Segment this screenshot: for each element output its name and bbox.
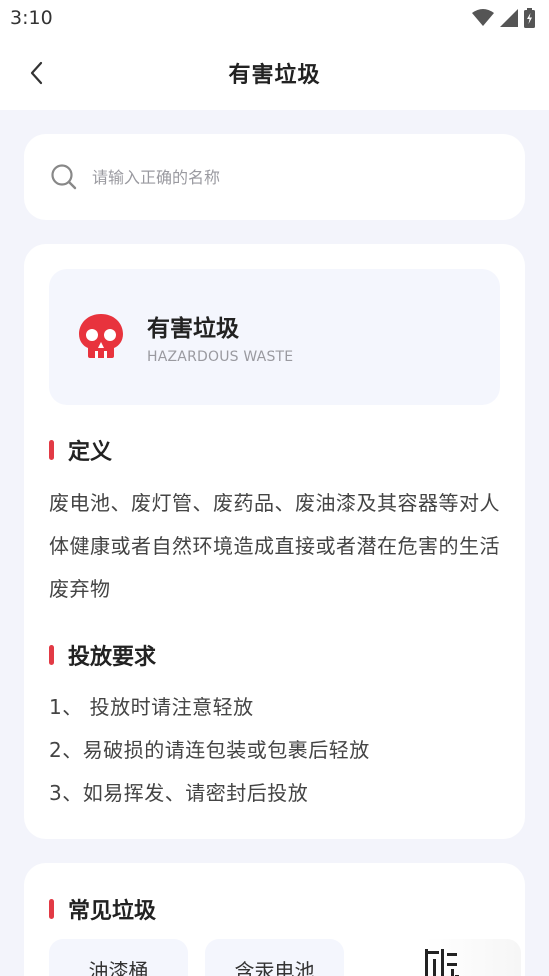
requirements-title: 投放要求 [68,645,157,670]
requirements-list: 1、 投放时请注意轻放 2、易破损的请连包装或包裹后轻放 3、如易挥发、请密封后… [49,686,504,815]
signal-icon [500,9,518,27]
category-name: 有害垃圾 [147,316,239,342]
category-name-en: HAZARDOUS WASTE [147,349,294,365]
back-button[interactable] [22,58,52,88]
requirements-heading: 投放要求 [49,639,156,671]
category-header: 有害垃圾 HAZARDOUS WASTE [49,269,500,405]
section-marker [49,440,54,460]
list-item: 3、如易挥发、请密封后投放 [49,781,309,805]
wifi-icon [472,9,494,26]
common-waste-card: 常见垃圾 油漆桶 含汞电池 [24,863,525,976]
status-time: 3:10 [10,7,53,29]
status-bar: 3:10 [0,0,549,36]
section-marker [49,899,54,919]
definition-title: 定义 [68,440,113,465]
skull-icon [79,314,123,358]
waste-item-image[interactable] [361,939,521,976]
common-title: 常见垃圾 [68,899,157,924]
chevron-left-icon [30,61,43,85]
search-icon [51,164,77,190]
waste-item-paint-bucket[interactable]: 油漆桶 [49,939,188,976]
definition-heading: 定义 [49,434,112,466]
definition-text: 废电池、废灯管、废药品、废油漆及其容器等对人体健康或者自然环境造成直接或者潜在危… [49,491,500,601]
app-bar: 有害垃圾 [0,36,549,110]
waste-item-mercury-battery[interactable]: 含汞电池 [205,939,344,976]
section-marker [49,645,54,665]
battery-icon [524,8,535,28]
common-heading: 常见垃圾 [49,893,156,925]
page-title: 有害垃圾 [228,63,321,88]
search-input[interactable] [92,167,472,187]
common-items: 油漆桶 含汞电池 [49,939,521,976]
list-item: 1、 投放时请注意轻放 [49,695,254,719]
category-detail-card: 有害垃圾 HAZARDOUS WASTE 定义 废电池、废灯管、废药品、废油漆及… [24,244,525,839]
item-image [421,949,461,976]
status-icons [472,8,535,28]
search-bar[interactable] [24,134,525,220]
list-item: 2、易破损的请连包装或包裹后轻放 [49,738,370,762]
